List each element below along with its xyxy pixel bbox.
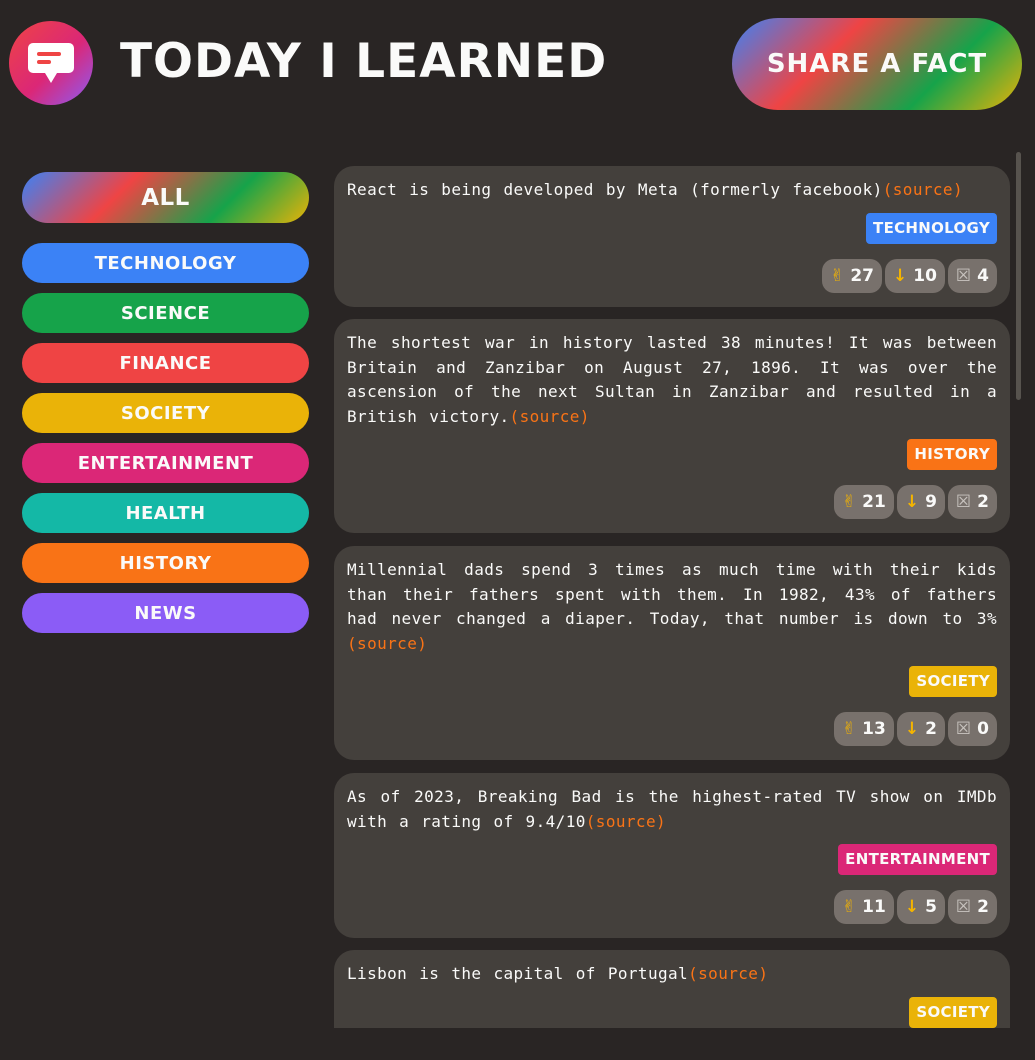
app-title: TODAY I LEARNED xyxy=(120,34,608,89)
trash-icon: ☒ xyxy=(955,265,972,286)
fact-text-content: As of 2023, Breaking Bad is the highest-… xyxy=(347,787,997,831)
tag-row: SOCIETY xyxy=(347,996,997,1029)
vote-buttons: ✌ 13 ↓ 2 ☒ 0 xyxy=(347,712,997,748)
source-link[interactable]: (source) xyxy=(510,407,590,426)
fact-text: Lisbon is the capital of Portugal(source… xyxy=(347,962,997,987)
vote-false-button[interactable]: ↓ 5 xyxy=(896,890,945,924)
trash-icon: ☒ xyxy=(955,897,972,917)
fact-text: The shortest war in history lasted 38 mi… xyxy=(347,331,997,429)
fact-card: The shortest war in history lasted 38 mi… xyxy=(334,319,1010,533)
vote-trash-button[interactable]: ☒ 0 xyxy=(947,712,997,746)
tag-row: TECHNOLOGY xyxy=(347,212,997,245)
category-sidebar: ALL TECHNOLOGY SCIENCE FINANCE SOCIETY ENTER… xyxy=(22,172,309,643)
trash-icon: ☒ xyxy=(955,492,972,512)
vote-count: 10 xyxy=(913,265,937,286)
category-button-entertainment[interactable]: ENTERTAINMENT xyxy=(22,443,309,483)
vote-buttons: ✌ 27 ↓ 10 ☒ 4 xyxy=(347,258,997,295)
category-tag: SOCIETY xyxy=(909,996,997,1028)
fact-card: Lisbon is the capital of Portugal(source… xyxy=(334,950,1010,1028)
vote-count: 2 xyxy=(977,897,989,917)
vote-false-button[interactable]: ↓ 9 xyxy=(896,485,945,519)
category-button-society[interactable]: SOCIETY xyxy=(22,393,309,433)
vote-trash-button[interactable]: ☒ 2 xyxy=(947,890,997,924)
facts-list: React is being developed by Meta (former… xyxy=(334,166,1010,1028)
category-button-news[interactable]: NEWS xyxy=(22,593,309,633)
share-fact-button[interactable]: SHARE A FACT xyxy=(732,18,1022,110)
vote-interesting-button[interactable]: ✌ 13 xyxy=(833,712,894,746)
app-header: TODAY I LEARNED SHARE A FACT xyxy=(0,0,1035,130)
source-link[interactable]: (source) xyxy=(347,634,427,653)
category-all-button[interactable]: ALL xyxy=(22,172,309,223)
vote-count: 11 xyxy=(862,897,886,917)
ok-hand-icon: ✌ xyxy=(841,897,857,917)
vote-interesting-button[interactable]: ✌ 21 xyxy=(833,485,894,519)
vote-trash-button[interactable]: ☒ 2 xyxy=(947,485,997,519)
fact-text-content: The shortest war in history lasted 38 mi… xyxy=(347,333,997,426)
vote-count: 0 xyxy=(977,719,989,739)
vote-count: 13 xyxy=(862,719,886,739)
fact-card: Millennial dads spend 3 times as much ti… xyxy=(334,546,1010,760)
fact-card: React is being developed by Meta (former… xyxy=(334,166,1010,307)
category-tag: SOCIETY xyxy=(909,666,997,697)
category-button-health[interactable]: HEALTH xyxy=(22,493,309,533)
source-link[interactable]: (source) xyxy=(688,964,768,983)
vote-buttons: ✌ 21 ↓ 9 ☒ 2 xyxy=(347,485,997,521)
fact-text: React is being developed by Meta (former… xyxy=(347,178,997,203)
vote-count: 21 xyxy=(862,492,886,512)
vote-false-button[interactable]: ↓ 2 xyxy=(896,712,945,746)
vote-count: 2 xyxy=(977,492,989,512)
ok-hand-icon: ✌ xyxy=(830,265,845,286)
category-tag: TECHNOLOGY xyxy=(866,212,997,244)
category-button-technology[interactable]: TECHNOLOGY xyxy=(22,243,309,283)
thumbs-down-icon: ↓ xyxy=(904,492,920,512)
chat-bubble-icon xyxy=(28,43,74,83)
category-button-history[interactable]: HISTORY xyxy=(22,543,309,583)
category-tag: HISTORY xyxy=(907,439,997,470)
thumbs-down-icon: ↓ xyxy=(892,265,908,286)
fact-card: As of 2023, Breaking Bad is the highest-… xyxy=(334,773,1010,938)
trash-icon: ☒ xyxy=(955,719,972,739)
vote-interesting-button[interactable]: ✌ 27 xyxy=(822,258,882,293)
tag-row: ENTERTAINMENT xyxy=(347,844,997,876)
tag-row: HISTORY xyxy=(347,439,997,471)
thumbs-down-icon: ↓ xyxy=(904,719,920,739)
source-link[interactable]: (source) xyxy=(883,180,963,199)
source-link[interactable]: (source) xyxy=(586,812,666,831)
fact-text: Millennial dads spend 3 times as much ti… xyxy=(347,558,997,656)
category-button-finance[interactable]: FINANCE xyxy=(22,343,309,383)
fact-text: As of 2023, Breaking Bad is the highest-… xyxy=(347,785,997,834)
vote-false-button[interactable]: ↓ 10 xyxy=(884,258,945,293)
fact-text-content: React is being developed by Meta (former… xyxy=(347,180,883,199)
ok-hand-icon: ✌ xyxy=(841,719,857,739)
category-button-science[interactable]: SCIENCE xyxy=(22,293,309,333)
vote-buttons: ✌ 11 ↓ 5 ☒ 2 xyxy=(347,890,997,926)
category-tag: ENTERTAINMENT xyxy=(838,844,997,875)
fact-text-content: Lisbon is the capital of Portugal xyxy=(347,964,689,983)
app-logo xyxy=(9,21,93,105)
vote-count: 9 xyxy=(925,492,937,512)
vote-count: 5 xyxy=(925,897,937,917)
vote-interesting-button[interactable]: ✌ 11 xyxy=(833,890,894,924)
thumbs-down-icon: ↓ xyxy=(904,897,920,917)
tag-row: SOCIETY xyxy=(347,666,997,698)
vote-count: 2 xyxy=(925,719,937,739)
scrollbar[interactable] xyxy=(1016,152,1021,400)
ok-hand-icon: ✌ xyxy=(841,492,857,512)
vote-count: 4 xyxy=(977,265,989,286)
vote-count: 27 xyxy=(850,265,874,286)
vote-trash-button[interactable]: ☒ 4 xyxy=(947,258,997,293)
category-list: TECHNOLOGY SCIENCE FINANCE SOCIETY ENTERTAIN… xyxy=(22,243,309,633)
fact-text-content: Millennial dads spend 3 times as much ti… xyxy=(347,560,997,628)
